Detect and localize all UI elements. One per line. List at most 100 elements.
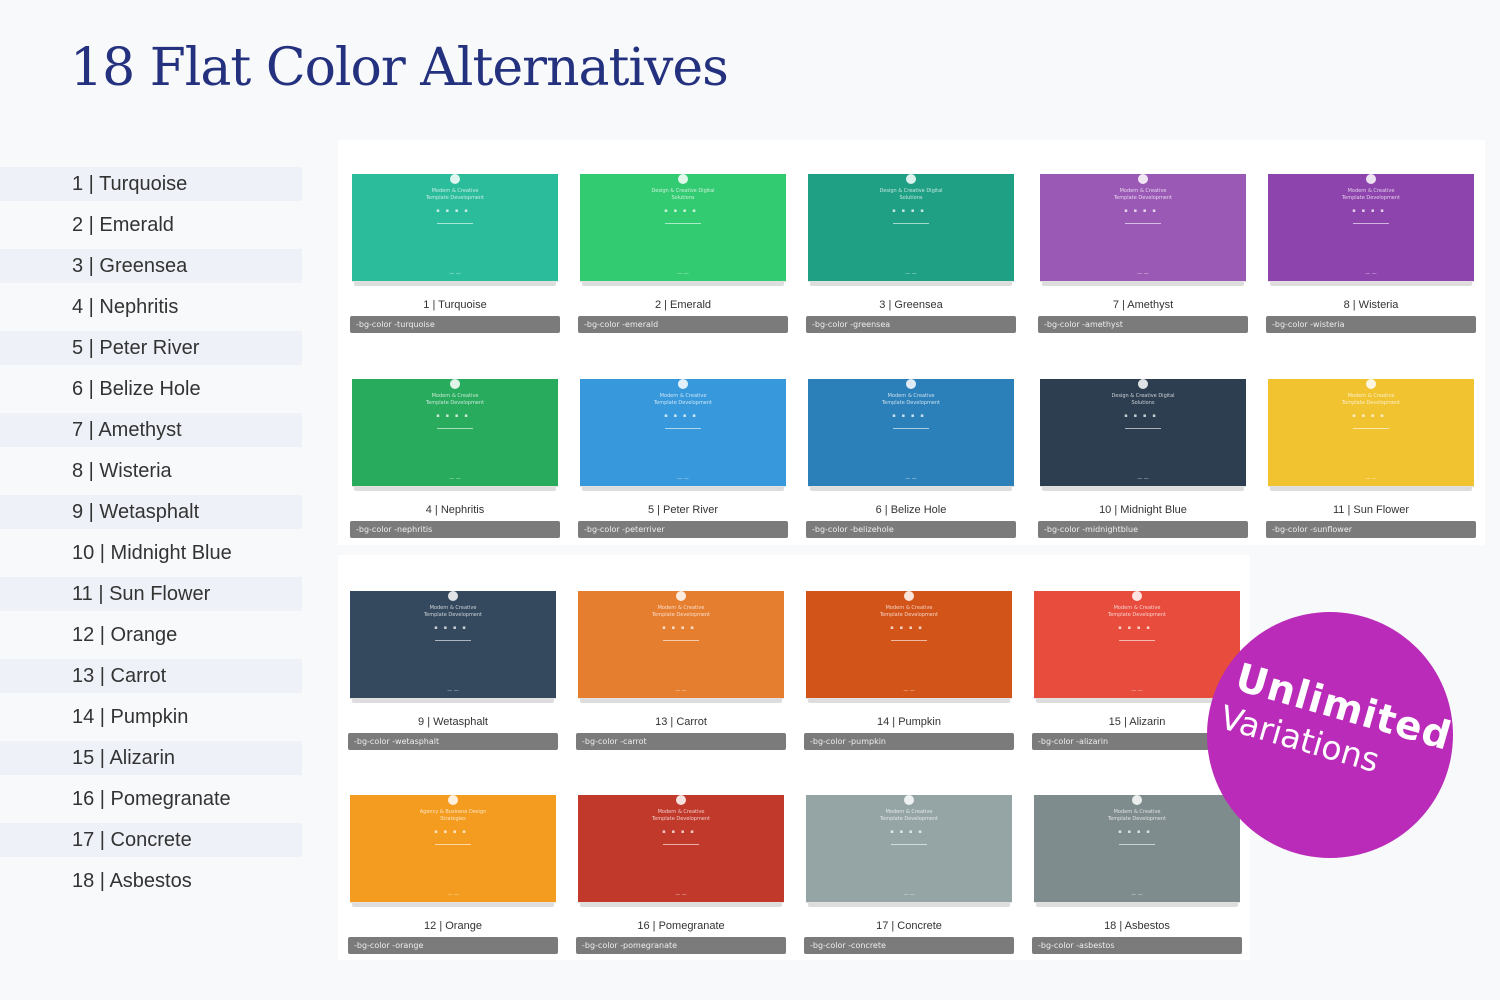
- card-caption: 8 | Wisteria: [1343, 299, 1399, 311]
- css-class-label: -bg-color -emerald: [578, 316, 788, 333]
- preview-countdown: ▪▪▪▪: [1352, 208, 1390, 214]
- template-preview: Design & Creative Digital Solutions ▪▪▪▪…: [1040, 379, 1246, 486]
- card-caption: 17 | Concrete: [876, 920, 942, 932]
- preview-headline: Modern & Creative Template Development: [425, 393, 485, 406]
- color-list-item: 11 | Sun Flower: [0, 577, 302, 611]
- preview-footer: — —: [449, 476, 461, 482]
- css-class-label: -bg-color -peterriver: [578, 521, 788, 538]
- preview-divider: [435, 640, 471, 641]
- preview-shadow: [810, 281, 1012, 286]
- preview-countdown: ▪▪▪▪: [890, 625, 928, 631]
- template-preview: Modern & Creative Template Development ▪…: [1268, 174, 1474, 281]
- color-list-item: 8 | Wisteria: [72, 460, 172, 482]
- color-card: Modern & Creative Template Development ▪…: [576, 577, 786, 750]
- preview-countdown: ▪▪▪▪: [1118, 829, 1156, 835]
- logo-icon: [676, 795, 686, 805]
- css-class-label: -bg-color -wisteria: [1266, 316, 1476, 333]
- preview-shadow: [582, 486, 784, 491]
- preview-shadow: [1270, 486, 1472, 491]
- preview-headline: Modern & Creative Template Development: [881, 393, 941, 406]
- color-list-item: 16 | Pomegranate: [72, 788, 231, 810]
- preview-divider: [1119, 640, 1155, 641]
- preview-countdown: ▪▪▪▪: [892, 413, 930, 419]
- preview-footer: — —: [677, 271, 689, 277]
- preview-shadow: [1042, 281, 1244, 286]
- card-caption: 11 | Sun Flower: [1332, 504, 1410, 516]
- preview-divider: [437, 428, 473, 429]
- preview-divider: [893, 223, 929, 224]
- css-class-label: -bg-color -wetasphalt: [348, 733, 558, 750]
- template-preview: Modern & Creative Template Development ▪…: [806, 795, 1012, 902]
- preview-shadow: [352, 902, 554, 907]
- card-caption: 2 | Emerald: [654, 299, 712, 311]
- logo-icon: [1132, 591, 1142, 601]
- card-caption: 16 | Pomegranate: [637, 920, 725, 932]
- preview-headline: Design & Creative Digital Solutions: [1111, 393, 1175, 406]
- preview-divider: [437, 223, 473, 224]
- preview-shadow: [1036, 698, 1238, 703]
- template-preview: Agency & Business Design Strategies ▪▪▪▪…: [350, 795, 556, 902]
- color-list: 1 | Turquoise 2 | Emerald 3 | Greensea 4 | …: [0, 167, 302, 905]
- preview-footer: — —: [1137, 271, 1149, 277]
- color-card: Modern & Creative Template Development ▪…: [804, 781, 1014, 954]
- preview-divider: [1125, 223, 1161, 224]
- template-preview: Modern & Creative Template Development ▪…: [352, 174, 558, 281]
- preview-footer: — —: [1131, 688, 1143, 694]
- preview-headline: Modern & Creative Template Development: [651, 605, 711, 618]
- color-list-item: 5 | Peter River: [0, 331, 302, 365]
- preview-countdown: ▪▪▪▪: [1124, 208, 1162, 214]
- preview-countdown: ▪▪▪▪: [1352, 413, 1390, 419]
- logo-icon: [678, 379, 688, 389]
- card-caption: 18 | Asbestos: [1104, 920, 1170, 932]
- preview-divider: [435, 844, 471, 845]
- preview-headline: Modern & Creative Template Development: [1341, 393, 1401, 406]
- template-preview: Modern & Creative Template Development ▪…: [1034, 795, 1240, 902]
- preview-footer: — —: [905, 271, 917, 277]
- css-class-label: -bg-color -midnightblue: [1038, 521, 1248, 538]
- preview-divider: [1353, 428, 1389, 429]
- color-list-item: 10 | Midnight Blue: [72, 542, 232, 564]
- preview-divider: [1119, 844, 1155, 845]
- preview-headline: Modern & Creative Template Development: [1113, 188, 1173, 201]
- preview-headline: Modern & Creative Template Development: [425, 188, 485, 201]
- color-list-item: 2 | Emerald: [72, 214, 174, 236]
- preview-divider: [663, 844, 699, 845]
- preview-headline: Agency & Business Design Strategies: [419, 809, 487, 822]
- preview-footer: — —: [675, 892, 687, 898]
- preview-footer: — —: [903, 892, 915, 898]
- color-card: Design & Creative Digital Solutions ▪▪▪▪…: [806, 160, 1016, 333]
- preview-divider: [665, 428, 701, 429]
- color-list-item: 13 | Carrot: [0, 659, 302, 693]
- preview-headline: Modern & Creative Template Development: [879, 605, 939, 618]
- preview-shadow: [352, 698, 554, 703]
- color-list-item: 17 | Concrete: [0, 823, 302, 857]
- preview-shadow: [354, 486, 556, 491]
- card-caption: 5 | Peter River: [647, 504, 719, 516]
- logo-icon: [1132, 795, 1142, 805]
- css-class-label: -bg-color -belizehole: [806, 521, 1016, 538]
- logo-icon: [676, 591, 686, 601]
- color-card: Modern & Creative Template Development ▪…: [350, 365, 560, 538]
- preview-divider: [665, 223, 701, 224]
- card-caption: 7 | Amethyst: [1112, 299, 1174, 311]
- color-card: Agency & Business Design Strategies ▪▪▪▪…: [348, 781, 558, 954]
- preview-footer: — —: [903, 688, 915, 694]
- card-caption: 14 | Pumpkin: [876, 716, 941, 728]
- color-list-item: 3 | Greensea: [0, 249, 302, 283]
- color-card: Modern & Creative Template Development ▪…: [350, 160, 560, 333]
- css-class-label: -bg-color -pomegranate: [576, 937, 786, 954]
- preview-footer: — —: [1137, 476, 1149, 482]
- logo-icon: [904, 591, 914, 601]
- template-preview: Modern & Creative Template Development ▪…: [578, 591, 784, 698]
- preview-headline: Design & Creative Digital Solutions: [879, 188, 943, 201]
- color-card: Modern & Creative Template Development ▪…: [804, 577, 1014, 750]
- logo-icon: [450, 174, 460, 184]
- color-list-item: 14 | Pumpkin: [72, 706, 189, 728]
- color-card: Modern & Creative Template Development ▪…: [348, 577, 558, 750]
- preview-headline: Design & Creative Digital Solutions: [651, 188, 715, 201]
- css-class-label: -bg-color -pumpkin: [804, 733, 1014, 750]
- color-list-item: 4 | Nephritis: [72, 296, 179, 318]
- preview-shadow: [808, 698, 1010, 703]
- unlimited-variations-badge: Unlimited Variations: [1207, 612, 1456, 858]
- color-card: Modern & Creative Template Development ▪…: [576, 781, 786, 954]
